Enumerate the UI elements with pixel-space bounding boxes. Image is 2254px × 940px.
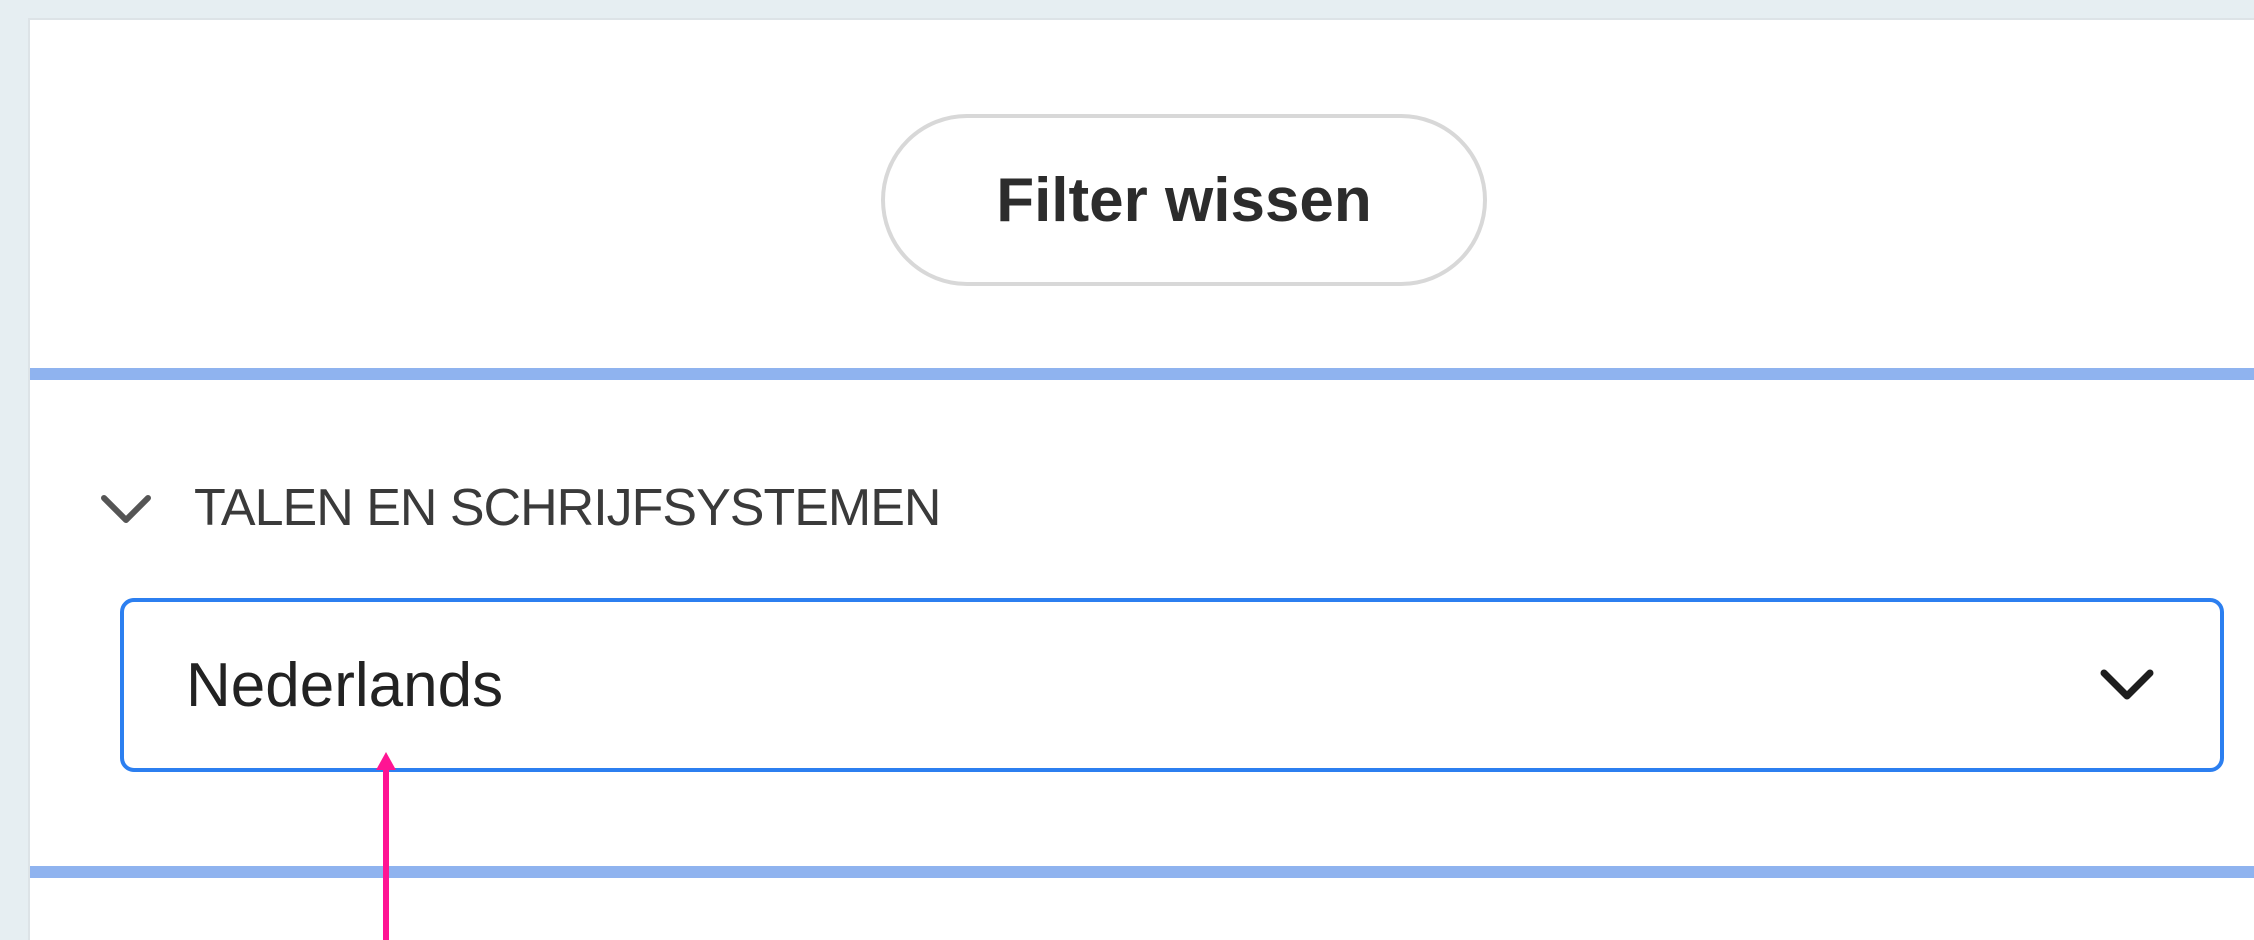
annotation-arrow-icon: [376, 752, 396, 940]
languages-section-toggle[interactable]: TALEN EN SCHRIJFSYSTEMEN: [98, 468, 941, 548]
chevron-down-icon: [101, 495, 151, 523]
section-divider: [30, 866, 2254, 878]
filter-panel: Filter wissen TALEN EN SCHRIJFSYSTEMEN N…: [28, 18, 2254, 940]
clear-filter-button[interactable]: Filter wissen: [881, 114, 1487, 286]
language-select-value: Nederlands: [186, 650, 504, 720]
section-title: TALEN EN SCHRIJFSYSTEMEN: [194, 479, 941, 537]
chevron-down-icon: [2100, 669, 2154, 700]
section-divider: [30, 368, 2254, 380]
language-select[interactable]: Nederlands: [120, 598, 2224, 772]
